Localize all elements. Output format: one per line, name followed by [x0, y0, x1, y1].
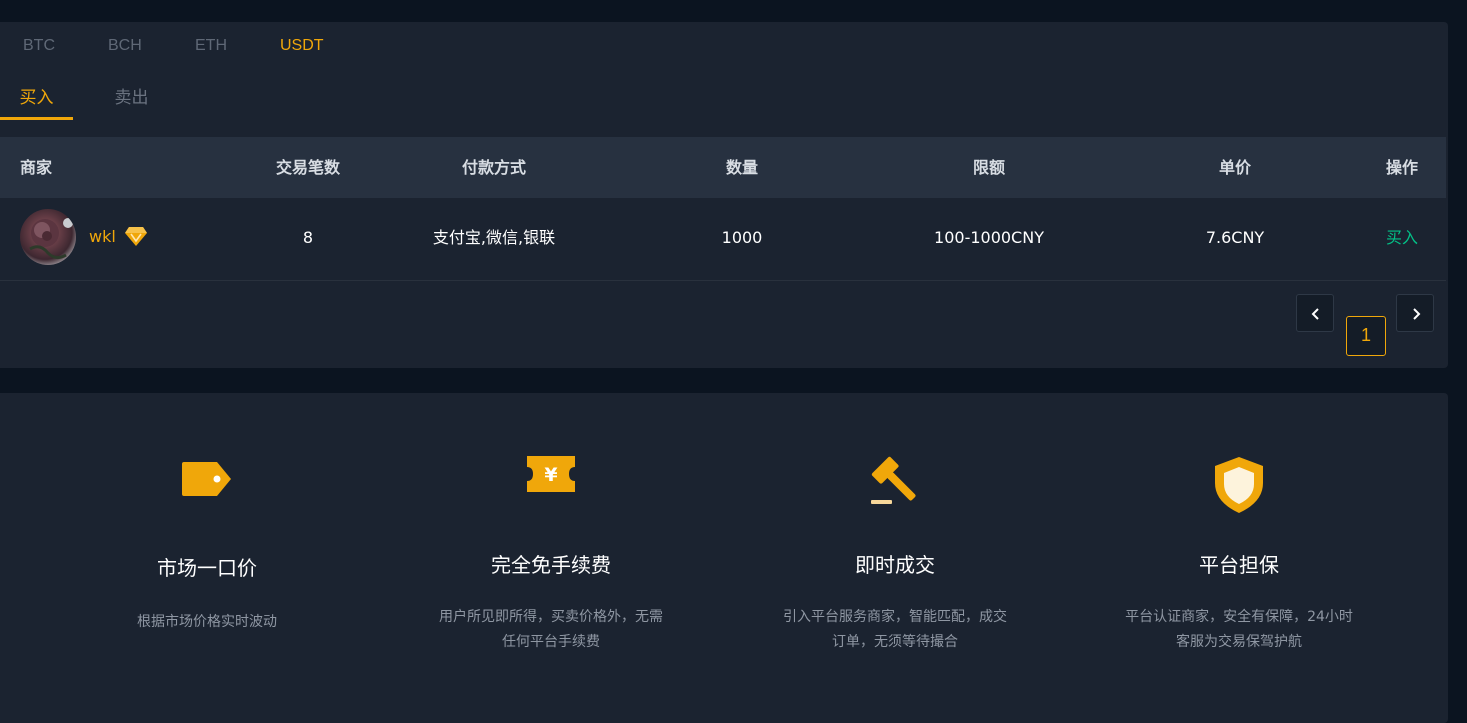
- tab-buy[interactable]: 买入: [0, 74, 73, 120]
- shield-icon: [1215, 457, 1263, 513]
- coin-tab-eth[interactable]: ETH: [195, 22, 227, 70]
- gavel-icon: [871, 456, 916, 504]
- fee-ticket-icon: ¥: [527, 456, 575, 492]
- tab-sell[interactable]: 卖出: [95, 74, 168, 120]
- header-merchant: 商家: [20, 158, 53, 177]
- feature-description: 根据市场价格实时波动: [72, 610, 342, 635]
- trades-count: 8: [302, 228, 314, 247]
- next-page-button[interactable]: [1396, 294, 1434, 332]
- header-limit: 限额: [972, 158, 1006, 177]
- header-price: 单价: [1218, 158, 1252, 177]
- merchant-avatar[interactable]: [20, 209, 76, 265]
- prev-page-button[interactable]: [1296, 294, 1334, 332]
- chevron-left-icon: [1311, 308, 1319, 320]
- buy-action-link[interactable]: 买入: [1386, 198, 1418, 280]
- table-header: 商家 交易笔数 付款方式 数量 限额 单价 操作: [0, 137, 1446, 198]
- feature-instant-deal: 即时成交 引入平台服务商家，智能匹配，成交 订单，无须等待撮合: [725, 393, 1065, 713]
- feature-description: 平台认证商家，安全有保障，24小时 客服为交易保驾护航: [1104, 605, 1374, 655]
- header-amount: 数量: [725, 158, 759, 177]
- feature-title: 完全免手续费: [491, 553, 611, 577]
- header-payment: 付款方式: [461, 158, 527, 177]
- feature-description: 引入平台服务商家，智能匹配，成交 订单，无须等待撮合: [760, 605, 1030, 655]
- coin-tab-bch[interactable]: BCH: [108, 22, 142, 70]
- header-trades: 交易笔数: [275, 158, 341, 177]
- price-tag-icon: [182, 462, 231, 496]
- merchant-name[interactable]: wkl: [89, 198, 116, 276]
- coin-tab-usdt[interactable]: USDT: [280, 22, 324, 70]
- feature-description-line: 订单，无须等待撮合: [832, 634, 958, 650]
- feature-title: 平台担保: [1199, 553, 1279, 577]
- limit-value: 100-1000CNY: [934, 228, 1044, 247]
- feature-fixed-price: 市场一口价 根据市场价格实时波动: [37, 393, 377, 713]
- feature-description-line: 用户所见即所得，买卖价格外，无需: [439, 609, 663, 625]
- feature-description-line: 任何平台手续费: [502, 634, 600, 650]
- page-number-button[interactable]: 1: [1346, 316, 1386, 356]
- trade-side-tabs: 买入 卖出: [0, 74, 300, 120]
- feature-platform-guarantee: 平台担保 平台认证商家，安全有保障，24小时 客服为交易保驾护航: [1069, 393, 1409, 713]
- feature-description-line: 平台认证商家，安全有保障，24小时: [1125, 609, 1353, 625]
- header-action: 操作: [1385, 158, 1419, 177]
- features-panel: 市场一口价 根据市场价格实时波动 ¥ 完全免手续费 用户所见即所得，买卖价格外，…: [0, 393, 1448, 723]
- active-tab-underline: [0, 117, 73, 120]
- payment-methods: 支付宝,微信,银联: [432, 228, 556, 247]
- feature-zero-fee: ¥ 完全免手续费 用户所见即所得，买卖价格外，无需 任何平台手续费: [381, 393, 721, 713]
- diamond-badge-icon: [125, 227, 147, 246]
- feature-title: 市场一口价: [157, 556, 257, 580]
- feature-description-line: 引入平台服务商家，智能匹配，成交: [783, 609, 1007, 625]
- unit-price: 7.6CNY: [1205, 228, 1265, 247]
- table-row: wkl 8 支付宝,微信,银联 1000 100-1000CNY 7.6CNY …: [0, 198, 1446, 281]
- amount-value: 1000: [721, 228, 763, 247]
- coin-tab-btc[interactable]: BTC: [23, 22, 55, 70]
- feature-title: 即时成交: [855, 553, 935, 577]
- feature-description: 用户所见即所得，买卖价格外，无需 任何平台手续费: [416, 605, 686, 655]
- svg-text:¥: ¥: [544, 464, 557, 486]
- coin-tabs: BTC BCH ETH USDT: [0, 22, 600, 70]
- feature-description-line: 根据市场价格实时波动: [137, 614, 277, 630]
- chevron-right-icon: [1413, 308, 1421, 320]
- feature-description-line: 客服为交易保驾护航: [1176, 634, 1302, 650]
